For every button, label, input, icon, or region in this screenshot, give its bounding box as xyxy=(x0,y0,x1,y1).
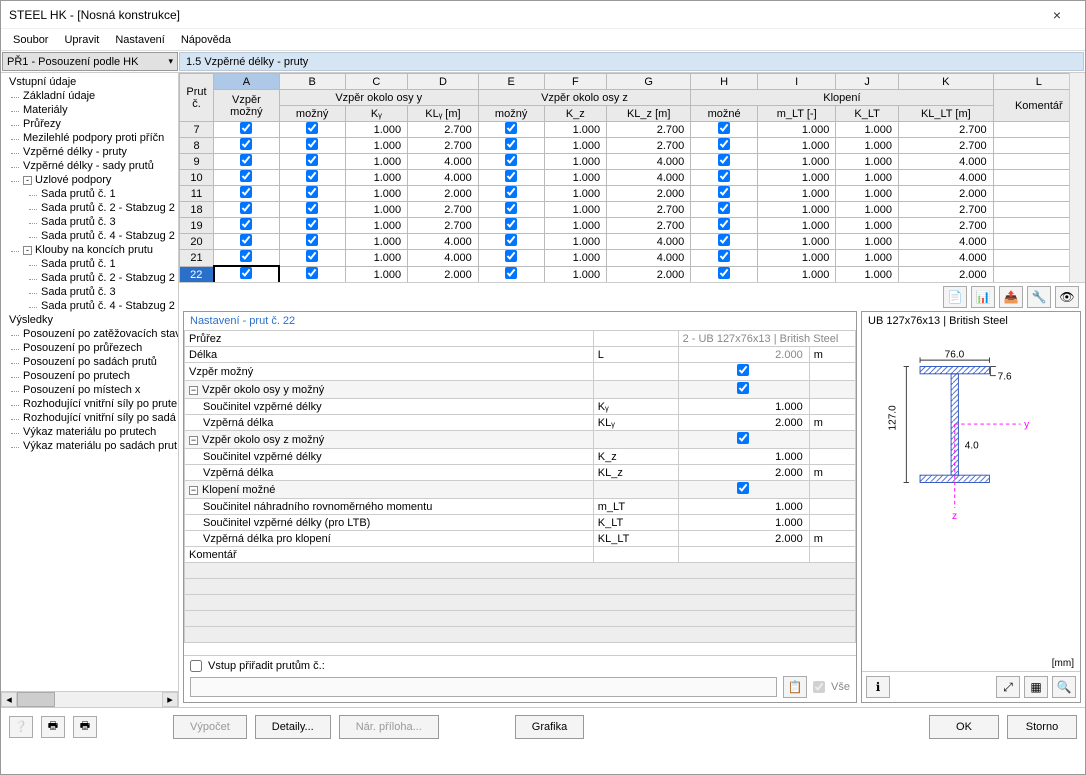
tree-hscroll[interactable]: ◂▸ xyxy=(1,691,178,707)
tree-item[interactable]: Průřezy xyxy=(1,117,178,131)
window-title: STEEL HK - [Nosná konstrukce] xyxy=(9,8,1037,22)
assign-input[interactable] xyxy=(190,677,777,697)
tree-item[interactable]: Posouzení po průřezech xyxy=(1,341,178,355)
assign-label: Vstup přiřadit prutům č.: xyxy=(208,660,325,672)
footer: ❔ 🖶 🖶 Výpočet Detaily... Nár. příloha...… xyxy=(1,707,1085,745)
tree-item[interactable]: Sada prutů č. 3 xyxy=(1,285,178,299)
tree-item[interactable]: Výkaz materiálu po prutech xyxy=(1,425,178,439)
tree-item[interactable]: Vzpěrné délky - pruty xyxy=(1,145,178,159)
assign-all-label: Vše xyxy=(831,681,850,693)
tree-item[interactable]: Výsledky xyxy=(1,313,178,327)
pane-title: 1.5 Vzpěrné délky - pruty xyxy=(179,52,1084,71)
eye-icon[interactable]: 👁 xyxy=(1055,286,1079,308)
print-icon[interactable]: 🖶 xyxy=(41,716,65,738)
svg-text:7.6: 7.6 xyxy=(998,371,1012,382)
tree-item[interactable]: Posouzení po místech x xyxy=(1,383,178,397)
buckling-grid[interactable]: Prutč.ABCDEFGHIJKLVzpěrmožnýVzpěr okolo … xyxy=(179,73,1085,283)
tree-item[interactable]: Sada prutů č. 3 xyxy=(1,215,178,229)
assign-checkbox[interactable] xyxy=(190,660,202,672)
print2-icon[interactable]: 🖶 xyxy=(73,716,97,738)
svg-text:y: y xyxy=(1024,420,1029,431)
help-icon[interactable]: ❔ xyxy=(9,716,33,738)
excel-in-icon[interactable]: 📄 xyxy=(943,286,967,308)
tree-item[interactable]: Vstupní údaje xyxy=(1,75,178,89)
svg-text:z: z xyxy=(952,511,957,522)
tree-item[interactable]: Mezilehlé podpory proti příčn xyxy=(1,131,178,145)
svg-text:127.0: 127.0 xyxy=(887,405,898,431)
assign-all-checkbox[interactable] xyxy=(813,681,825,693)
section-panel: UB 127x76x13 | British Steel y z xyxy=(861,311,1081,703)
annex-button[interactable]: Nár. příloha... xyxy=(339,715,439,739)
axes-icon[interactable]: ⤢ xyxy=(996,676,1020,698)
unit-label: [mm] xyxy=(1052,658,1074,669)
tree-item[interactable]: Materiály xyxy=(1,103,178,117)
section-title: UB 127x76x13 | British Steel xyxy=(862,312,1080,330)
tree-item[interactable]: Posouzení po prutech xyxy=(1,369,178,383)
menu-upravit[interactable]: Upravit xyxy=(56,32,107,48)
tree-item[interactable]: Rozhodující vnitřní síly po sadá xyxy=(1,411,178,425)
tree-item[interactable]: Sada prutů č. 1 xyxy=(1,257,178,271)
close-icon[interactable]: × xyxy=(1037,7,1077,23)
menu-bar: SouborUpravitNastaveníNápověda xyxy=(1,29,1085,51)
tree-item[interactable]: Sada prutů č. 2 - Stabzug 2 xyxy=(1,201,178,215)
menu-soubor[interactable]: Soubor xyxy=(5,32,56,48)
assign-row: Vstup přiřadit prutům č.: 📋 Vše xyxy=(184,655,856,702)
tree-item[interactable]: Výkaz materiálu po sadách prut xyxy=(1,439,178,453)
chevron-down-icon: ▾ xyxy=(168,56,173,67)
details-button[interactable]: Detaily... xyxy=(255,715,331,739)
navigator-tree[interactable]: Vstupní údajeZákladní údajeMateriályPrůř… xyxy=(1,73,179,707)
pick-icon[interactable]: 📋 xyxy=(783,676,807,698)
svg-text:4.0: 4.0 xyxy=(965,441,979,452)
section-figure: y z 76.0 127.0 7.6 4.0 [mm] xyxy=(862,330,1080,671)
export-icon[interactable]: 📤 xyxy=(999,286,1023,308)
tree-item[interactable]: Základní údaje xyxy=(1,89,178,103)
tree-item[interactable]: Sada prutů č. 1 xyxy=(1,187,178,201)
cancel-button[interactable]: Storno xyxy=(1007,715,1077,739)
calc-button[interactable]: Výpočet xyxy=(173,715,247,739)
tree-item[interactable]: Sada prutů č. 4 - Stabzug 2 xyxy=(1,229,178,243)
tree-item[interactable]: Sada prutů č. 2 - Stabzug 2 xyxy=(1,271,178,285)
info-icon[interactable]: ℹ xyxy=(866,676,890,698)
ok-button[interactable]: OK xyxy=(929,715,999,739)
load-case-label: PŘ1 - Posouzení podle HK xyxy=(7,56,138,68)
zoom-icon[interactable]: 🔍 xyxy=(1052,676,1076,698)
tree-item[interactable]: Posouzení po zatěžovacích stav xyxy=(1,327,178,341)
excel-out-icon[interactable]: 📊 xyxy=(971,286,995,308)
grid-vscroll[interactable] xyxy=(1069,73,1085,282)
title-bar: STEEL HK - [Nosná konstrukce] × xyxy=(1,1,1085,29)
stress-icon[interactable]: ▦ xyxy=(1024,676,1048,698)
tree-item[interactable]: Vzpěrné délky - sady prutů xyxy=(1,159,178,173)
graphics-button[interactable]: Grafika xyxy=(515,715,584,739)
detail-panel: Nastavení - prut č. 22 Průřez2 - UB 127x… xyxy=(183,311,857,703)
tree-item[interactable]: Sada prutů č. 4 - Stabzug 2 xyxy=(1,299,178,313)
tree-item[interactable]: Rozhodující vnitřní síly po prute xyxy=(1,397,178,411)
menu-nastavení[interactable]: Nastavení xyxy=(107,32,173,48)
svg-text:76.0: 76.0 xyxy=(945,349,965,360)
tree-item[interactable]: Posouzení po sadách prutů xyxy=(1,355,178,369)
tree-item[interactable]: -Klouby na koncích prutu xyxy=(1,243,178,257)
property-table[interactable]: Průřez2 - UB 127x76x13 | British SteelDé… xyxy=(184,330,856,643)
menu-nápověda[interactable]: Nápověda xyxy=(173,32,239,48)
tree-item[interactable]: -Uzlové podpory xyxy=(1,173,178,187)
filter-icon[interactable]: 🔧 xyxy=(1027,286,1051,308)
grid-toolbar: 📄 📊 📤 🔧 👁 xyxy=(179,283,1085,311)
grid-wrap: Prutč.ABCDEFGHIJKLVzpěrmožnýVzpěr okolo … xyxy=(179,73,1085,283)
detail-title: Nastavení - prut č. 22 xyxy=(184,312,856,330)
load-case-combo[interactable]: PŘ1 - Posouzení podle HK ▾ xyxy=(2,52,178,71)
